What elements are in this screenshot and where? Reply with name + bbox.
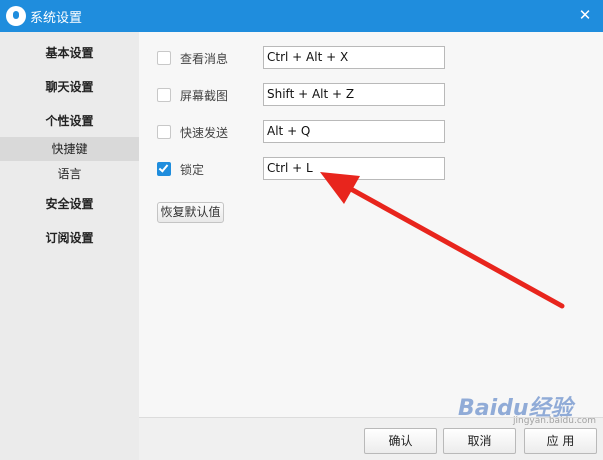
screenshot-label: 屏幕截图 <box>180 89 229 103</box>
dialog-footer: 确认 取消 应 用 <box>139 417 603 460</box>
app-logo-icon <box>6 6 26 26</box>
sidebar: 基本设置 聊天设置 个性设置 快捷键 语言 安全设置 订阅设置 <box>0 32 139 460</box>
sidebar-item-subscription[interactable]: 订阅设置 <box>0 229 139 246</box>
sidebar-item-personal[interactable]: 个性设置 <box>0 112 139 129</box>
quick-send-hotkey-input[interactable]: Alt + Q <box>263 120 445 143</box>
sidebar-item-basic[interactable]: 基本设置 <box>0 44 139 61</box>
lock-label: 锁定 <box>180 163 205 177</box>
lock-checkbox[interactable] <box>157 162 171 176</box>
quick-send-label: 快速发送 <box>180 126 229 140</box>
view-message-hotkey-input[interactable]: Ctrl + Alt + X <box>263 46 445 69</box>
close-icon[interactable]: ✕ <box>575 5 595 25</box>
restore-defaults-button[interactable]: 恢复默认值 <box>157 202 224 223</box>
hotkey-settings-panel: 查看消息 Ctrl + Alt + X 屏幕截图 Shift + Alt + Z… <box>139 32 603 417</box>
title-bar: 系统设置 ✕ <box>0 0 603 32</box>
sidebar-item-security[interactable]: 安全设置 <box>0 195 139 212</box>
lock-hotkey-input[interactable]: Ctrl + L <box>263 157 445 180</box>
quick-send-checkbox[interactable] <box>157 125 171 139</box>
cancel-button[interactable]: 取消 <box>443 428 516 454</box>
sidebar-item-language[interactable]: 语言 <box>0 165 139 182</box>
view-message-label: 查看消息 <box>180 52 229 66</box>
check-icon <box>158 162 169 173</box>
view-message-checkbox[interactable] <box>157 51 171 65</box>
screenshot-checkbox[interactable] <box>157 88 171 102</box>
window-title: 系统设置 <box>30 11 83 26</box>
screenshot-hotkey-input[interactable]: Shift + Alt + Z <box>263 83 445 106</box>
apply-button[interactable]: 应 用 <box>524 428 597 454</box>
sidebar-item-chat[interactable]: 聊天设置 <box>0 78 139 95</box>
confirm-button[interactable]: 确认 <box>364 428 437 454</box>
sidebar-item-hotkeys[interactable]: 快捷键 <box>0 137 139 161</box>
